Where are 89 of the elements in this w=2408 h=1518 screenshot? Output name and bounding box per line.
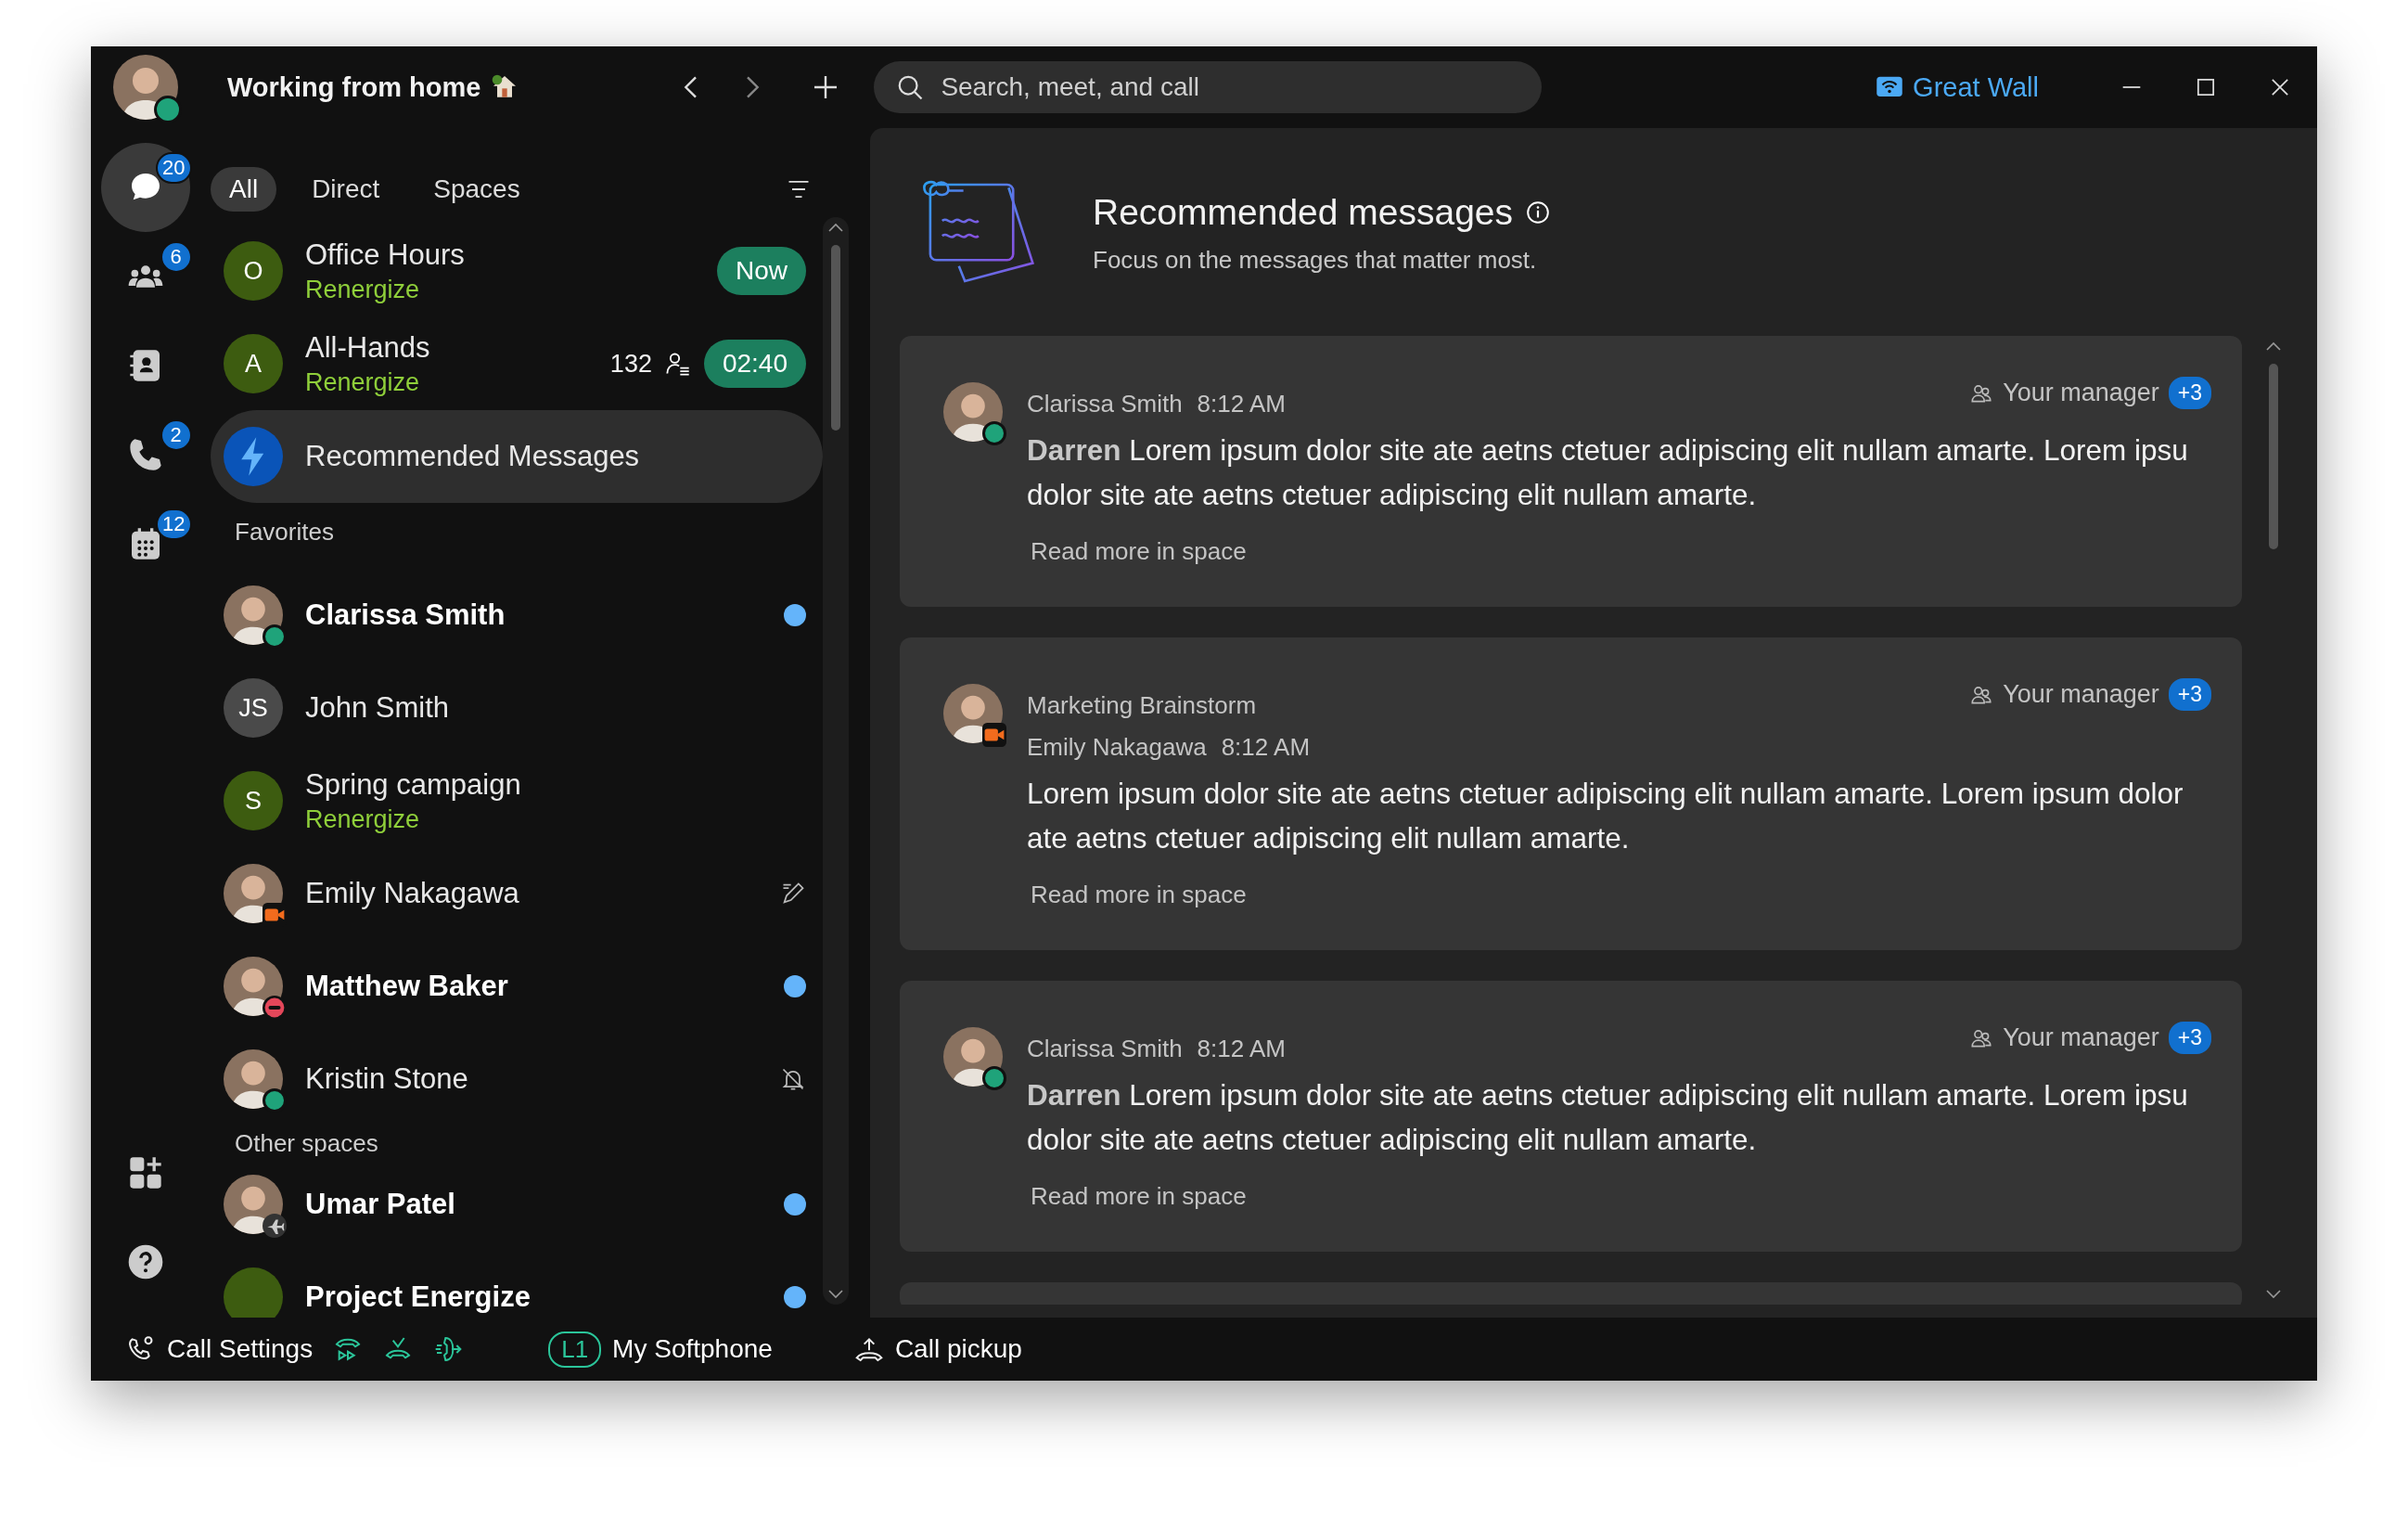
list-item[interactable]: O Office Hours Renergize Now (211, 225, 823, 317)
read-more-link[interactable]: Read more in space (1031, 537, 1247, 566)
avatar (224, 1175, 283, 1234)
participant-count: 132 (609, 349, 652, 379)
count-badge: 2 (160, 419, 192, 451)
count-badge: 6 (160, 241, 192, 273)
space-subtitle: Renergize (305, 804, 421, 834)
meeting-badge[interactable]: Now (717, 247, 806, 295)
contact-name: Project Energize (305, 1280, 532, 1314)
read-more-link[interactable]: Read more in space (1031, 1182, 1247, 1211)
scroll-thumb[interactable] (831, 245, 840, 431)
count-badge: +3 (2168, 1022, 2211, 1054)
scrollbar-track[interactable] (823, 217, 849, 1305)
list-item[interactable]: Kristin Stone (211, 1033, 823, 1126)
info-icon[interactable] (1526, 199, 1551, 225)
scroll-thumb[interactable] (2269, 364, 2278, 549)
panel-subtitle: Focus on the messages that matter most. (1093, 245, 1538, 275)
line-badge: L1 (548, 1331, 602, 1368)
call-settings-label[interactable]: Call Settings (167, 1334, 314, 1364)
softphone-label[interactable]: My Softphone (612, 1334, 773, 1364)
location-label[interactable]: Great Wall (1913, 71, 2039, 103)
list-item[interactable]: Matthew Baker (211, 940, 823, 1033)
list-item[interactable]: Emily Nakagawa (211, 847, 823, 940)
call-pickup-label[interactable]: Call pickup (894, 1334, 1022, 1364)
timestamp: 8:12 AM (1197, 390, 1286, 418)
space-name: Marketing Brainstorm (1027, 691, 1258, 720)
message-card[interactable] (900, 637, 2242, 950)
unread-dot (784, 1286, 806, 1308)
participants-icon (664, 351, 691, 377)
count-badge: 12 (156, 508, 192, 540)
count-badge: +3 (2168, 377, 2211, 409)
rail-button[interactable]: 2 (100, 410, 190, 499)
message-text: Darren Lorem ipsum dolor site ate aetns ctetuer adipiscing elit nullam amarte. Lorem ipsu dolor site ate aetns ctetuer adipiscing elit nullam amarte. (1027, 1077, 2189, 1158)
status-text[interactable]: Working from home (227, 71, 481, 103)
relation-label: Your manager (2003, 379, 2159, 407)
sender-name: Clarissa Smith (1027, 390, 1183, 418)
list-item[interactable]: Clarissa Smith (211, 569, 823, 662)
contact-name: Office Hours (305, 238, 466, 272)
timestamp: 8:12 AM (1221, 733, 1311, 762)
rail-button[interactable]: 6 (100, 232, 190, 321)
filter-tab[interactable]: All (211, 167, 277, 212)
filter-tab[interactable]: Spaces (415, 167, 539, 212)
list-item[interactable]: Project Energize (211, 1251, 823, 1318)
filter-tab[interactable]: Direct (293, 167, 399, 212)
message-text: Lorem ipsum dolor site ate aetns ctetuer adipiscing elit nullam amarte. Lorem ipsum dolor ate aetns ctetuer adipiscing elit nullam amarte. (1027, 776, 2184, 856)
contact-name: Umar Patel (305, 1188, 456, 1221)
list-item[interactable]: A All-Hands Renergize 132 02:40 (211, 317, 823, 410)
list-item[interactable]: Recommended Messages (211, 410, 823, 503)
avatar: O (224, 241, 283, 301)
read-more-link[interactable]: Read more in space (1031, 881, 1247, 909)
section-heading: Other spaces (234, 1128, 379, 1158)
message-text: Darren Lorem ipsum dolor site ate aetns ctetuer adipiscing elit nullam amarte. Lorem ipsu dolor site ate aetns ctetuer adipiscing elit nullam amarte. (1027, 432, 2189, 513)
meeting-badge[interactable]: 02:40 (703, 340, 806, 388)
sender-name: Emily Nakagawa (1027, 733, 1207, 762)
list-item[interactable]: S Spring campaign Renergize (211, 754, 823, 847)
rail-button[interactable]: 20 (100, 143, 190, 232)
avatar: S (224, 771, 283, 830)
panel-title: Recommended messages (1093, 191, 1514, 233)
list-item[interactable]: JS John Smith (211, 662, 823, 754)
call-transfer-icon[interactable] (433, 1334, 464, 1364)
sender-name: Clarissa Smith (1027, 1035, 1183, 1063)
unread-dot (784, 975, 806, 997)
contact-name: All-Hands (305, 330, 431, 365)
avatar: A (224, 334, 283, 393)
search-field[interactable]: Search, meet, and call (874, 61, 1543, 113)
lightning-icon (224, 427, 283, 486)
count-badge: +3 (2168, 678, 2211, 711)
unread-dot (784, 1193, 806, 1216)
rail-button[interactable]: 12 (100, 499, 190, 588)
help-icon[interactable] (126, 1243, 164, 1280)
count-badge: 20 (156, 152, 192, 184)
section-heading: Favorites (234, 517, 335, 547)
contact-name: Matthew Baker (305, 970, 509, 1003)
contact-name: Kristin Stone (305, 1062, 469, 1096)
contact-name: John Smith (305, 691, 451, 725)
contact-name: Spring campaign (305, 767, 522, 802)
avatar: JS (224, 678, 283, 738)
timestamp: 8:12 AM (1197, 1035, 1286, 1063)
space-subtitle: Renergize (305, 275, 421, 304)
relation-label: Your manager (2003, 680, 2159, 709)
relation-label: Your manager (2003, 1023, 2159, 1052)
unread-dot (784, 604, 806, 626)
list-item[interactable]: Umar Patel (211, 1158, 823, 1251)
contact-name: Recommended Messages (305, 440, 641, 473)
space-subtitle: Renergize (305, 367, 421, 397)
contact-name: Clarissa Smith (305, 598, 506, 632)
message-card[interactable] (900, 981, 2242, 1252)
contact-name: Emily Nakagawa (305, 877, 520, 910)
message-card[interactable] (900, 336, 2242, 607)
